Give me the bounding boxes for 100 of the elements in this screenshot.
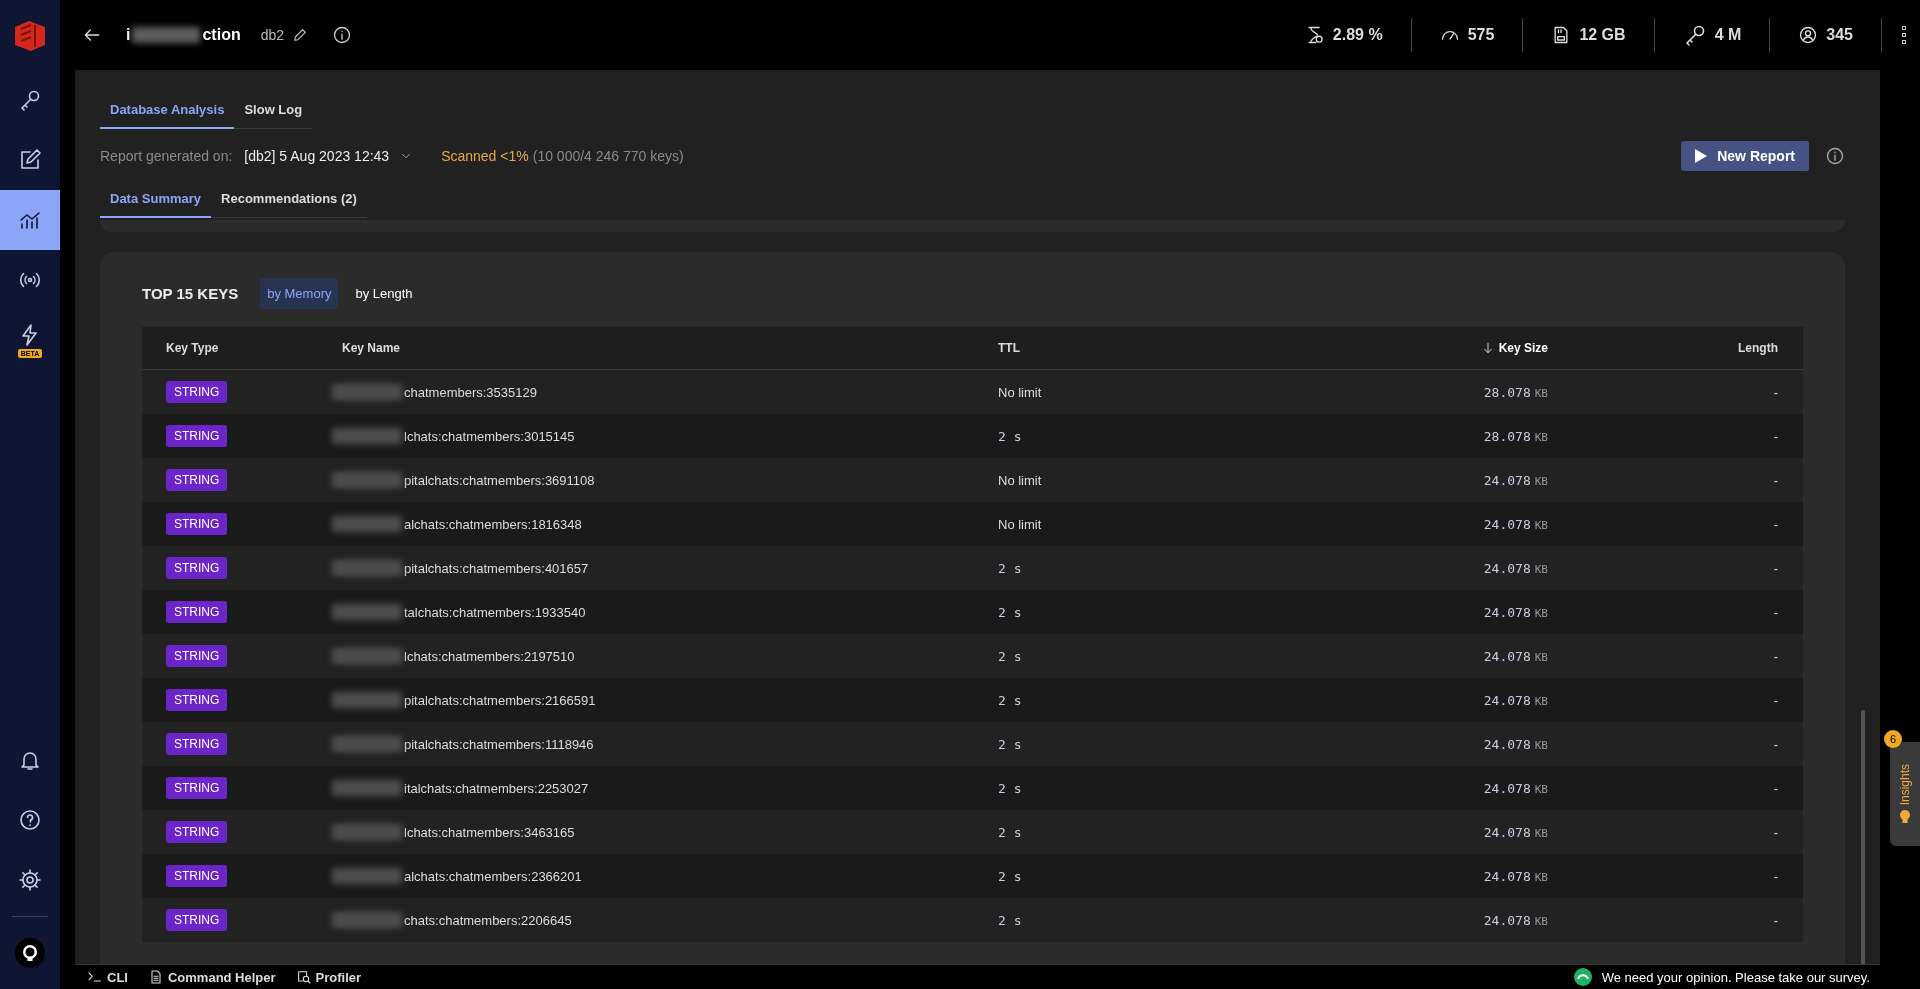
length-value: -: [1773, 516, 1778, 532]
ttl-value: No limit: [998, 384, 1043, 400]
size-unit: KB: [1534, 474, 1548, 488]
key-name[interactable]: pitalchats:chatmembers:2166591: [404, 692, 596, 708]
size-unit: KB: [1534, 782, 1548, 796]
size-unit: KB: [1534, 386, 1548, 400]
ttl-value: No limit: [998, 516, 1043, 532]
key-name[interactable]: lchats:chatmembers:3015145: [404, 428, 575, 444]
tab[interactable]: Recommendations (2): [211, 181, 367, 218]
key-name[interactable]: pitalchats:chatmembers:3691108: [404, 472, 595, 488]
redaction-blur: [332, 736, 402, 752]
length-value: -: [1773, 824, 1778, 840]
key-name[interactable]: italchats:chatmembers:2253027: [404, 780, 589, 796]
length-value: -: [1773, 692, 1778, 708]
sort-toggle[interactable]: by Memory: [260, 278, 339, 309]
redaction-blur: [332, 912, 402, 928]
browser-key-icon: [18, 88, 42, 112]
profiler-search-icon: [295, 969, 312, 985]
redaction-blur: [332, 384, 402, 400]
lightbulb-icon: [1899, 809, 1911, 824]
key-size: 24.078: [1483, 736, 1531, 752]
app-logo[interactable]: [13, 19, 47, 51]
panel-toggle[interactable]: CLI: [87, 969, 128, 985]
length-value: -: [1773, 472, 1778, 488]
key-name[interactable]: pitalchats:chatmembers:1118946: [404, 736, 594, 752]
key-name[interactable]: alchats:chatmembers:1816348: [404, 516, 582, 532]
scanned-detail: (10 000/4 246 770 keys): [532, 148, 684, 164]
ttl-value: 2 s: [998, 824, 1023, 840]
size-unit: KB: [1534, 738, 1548, 752]
play-icon: [1695, 149, 1708, 163]
key-name[interactable]: chatmembers:3535129: [404, 384, 537, 400]
key-size: 24.078: [1483, 824, 1531, 840]
stat-value: 575: [1467, 26, 1495, 44]
database-name-start: i: [126, 26, 131, 44]
key-type-tag: STRING: [166, 909, 228, 931]
key-name[interactable]: talchats:chatmembers:1933540: [404, 604, 586, 620]
key-size: 24.078: [1483, 648, 1531, 664]
help-icon: [18, 808, 42, 832]
tab[interactable]: Data Summary: [100, 181, 212, 218]
length-value: -: [1773, 384, 1778, 400]
key-type-tag: STRING: [166, 733, 228, 755]
new-report-button[interactable]: New Report: [1681, 141, 1809, 171]
redaction-blur: [332, 648, 402, 664]
key-size: 24.078: [1483, 604, 1531, 620]
insights-tab[interactable]: Insights: [1890, 742, 1920, 846]
size-unit: KB: [1534, 430, 1548, 444]
survey-icon: [1573, 968, 1592, 986]
tab[interactable]: Database Analysis: [100, 92, 235, 129]
length-value: -: [1773, 868, 1778, 884]
stat-value: 345: [1826, 26, 1853, 44]
key-type-tag: STRING: [166, 821, 228, 843]
column-header[interactable]: Key Name: [342, 341, 401, 355]
redaction-blur: [332, 780, 402, 796]
key-type-tag: STRING: [166, 865, 228, 887]
redaction-blur: [132, 27, 201, 43]
key-size: 24.078: [1483, 868, 1531, 884]
column-header[interactable]: TTL: [998, 341, 1020, 355]
key-size: 24.078: [1483, 560, 1531, 576]
length-value: -: [1773, 648, 1778, 664]
key-name[interactable]: alchats:chatmembers:2366201: [404, 868, 582, 884]
length-value: -: [1773, 912, 1778, 928]
key-type-tag: STRING: [166, 469, 228, 491]
key-type-tag: STRING: [166, 425, 228, 447]
redaction-blur: [332, 516, 402, 532]
redaction-blur: [332, 868, 402, 884]
length-value: -: [1773, 780, 1778, 796]
more-menu-icon[interactable]: [1902, 26, 1906, 44]
key-type-tag: STRING: [166, 777, 228, 799]
panel-toggle[interactable]: Profiler: [295, 969, 362, 985]
key-name[interactable]: pitalchats:chatmembers:401657: [404, 560, 589, 576]
report-date-select[interactable]: [db2] 5 Aug 2023 12:43: [244, 148, 390, 164]
key-type-tag: STRING: [166, 601, 228, 623]
key-name[interactable]: lchats:chatmembers:2197510: [404, 648, 575, 664]
column-header[interactable]: Length: [1738, 341, 1778, 355]
database-name-end: ction: [202, 26, 241, 44]
size-unit: KB: [1534, 694, 1548, 708]
scanned-percent: Scanned <1%: [441, 148, 529, 164]
size-unit: KB: [1534, 562, 1548, 576]
key-name[interactable]: chats:chatmembers:2206645: [404, 912, 572, 928]
edit-pencil-icon: [292, 27, 309, 43]
scrollbar[interactable]: [1861, 710, 1865, 964]
redaction-blur: [332, 824, 402, 840]
key-type-tag: STRING: [166, 557, 228, 579]
panel-toggle[interactable]: Command Helper: [147, 969, 276, 985]
ttl-value: 2 s: [998, 648, 1023, 664]
key-name[interactable]: lchats:chatmembers:3463165: [404, 824, 575, 840]
key-size: 24.078: [1483, 780, 1531, 796]
key-size: 24.078: [1483, 516, 1531, 532]
stat-value: 12 GB: [1579, 26, 1626, 44]
ttl-value: 2 s: [998, 736, 1023, 752]
report-label: Report generated on:: [100, 148, 233, 164]
ttl-value: 2 s: [998, 868, 1023, 884]
survey-link[interactable]: We need your opinion. Please take our survey.: [1601, 969, 1870, 985]
ttl-value: 2 s: [998, 604, 1023, 620]
top-keys-title: TOP 15 KEYS: [142, 285, 239, 302]
length-value: -: [1773, 560, 1778, 576]
column-header[interactable]: Key Size: [1498, 341, 1548, 355]
sort-toggle[interactable]: by Length: [348, 278, 420, 309]
tab[interactable]: Slow Log: [234, 92, 313, 129]
column-header[interactable]: Key Type: [166, 341, 219, 355]
